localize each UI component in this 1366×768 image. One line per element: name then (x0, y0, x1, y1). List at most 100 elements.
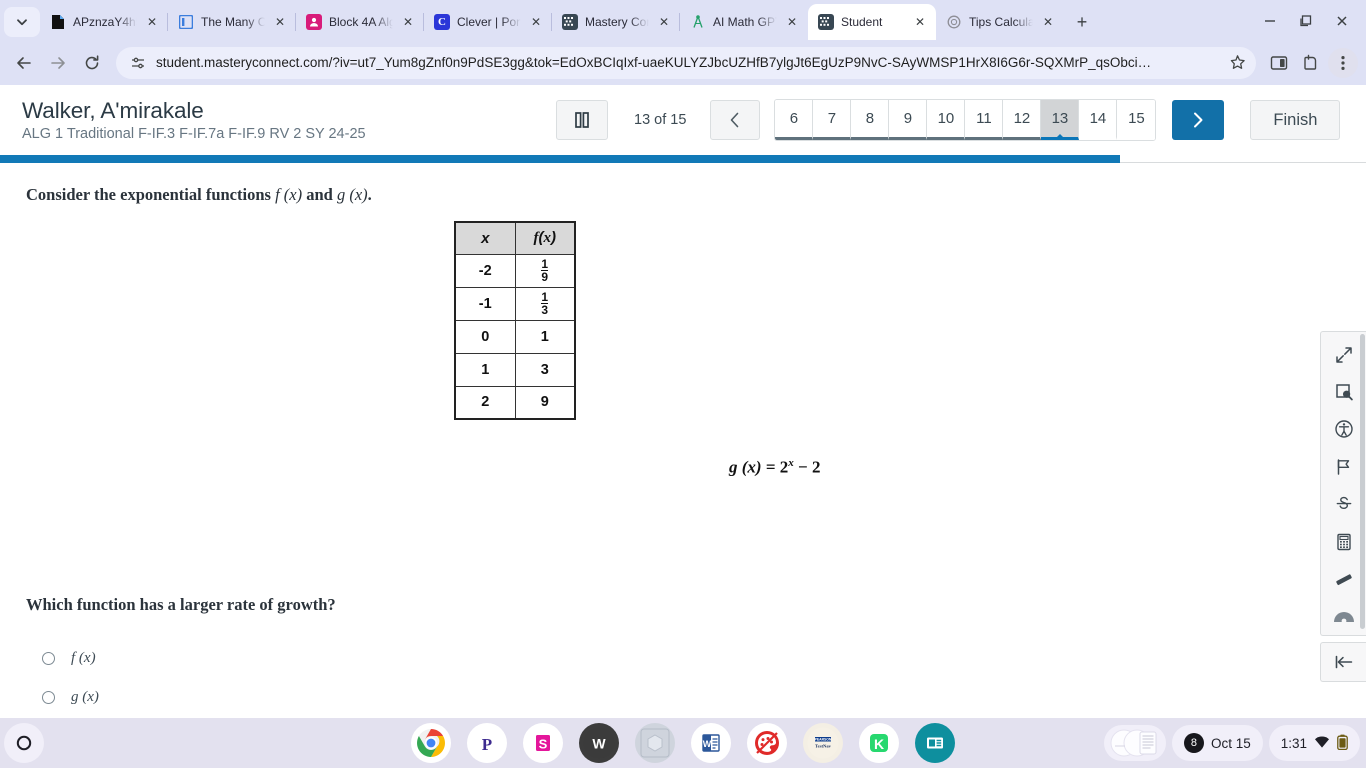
browser-tab[interactable]: AI Math GPT ✕ (679, 4, 808, 40)
radio-button-b[interactable] (42, 690, 55, 704)
tab-close-button[interactable]: ✕ (784, 14, 800, 30)
expand-icon[interactable] (1322, 336, 1366, 373)
svg-text:P: P (482, 735, 492, 754)
table-row: -1 1 3 (454, 286, 576, 321)
previous-question-button[interactable] (710, 100, 761, 140)
launcher-button[interactable] (4, 723, 44, 763)
tab-close-button[interactable]: ✕ (912, 14, 928, 30)
pager-item-13[interactable]: 13 (1041, 100, 1080, 140)
clever-icon: C (434, 14, 450, 30)
answer-choice-a[interactable]: f (x) (42, 649, 942, 668)
highlighter-icon[interactable] (1322, 560, 1366, 597)
window-preview-icon (1110, 729, 1157, 757)
answer-choices: f (x)g (x)(x) and g (x) have the same ra… (42, 649, 942, 716)
flag-icon[interactable] (1322, 448, 1366, 485)
forward-arrow-icon[interactable] (42, 47, 74, 79)
strikethrough-icon[interactable] (1322, 486, 1366, 523)
svg-text:W: W (703, 739, 712, 749)
browser-tab[interactable]: C Clever | Porta ✕ (423, 4, 552, 40)
radio-button-a[interactable] (42, 652, 55, 665)
prompt-text-end: . (367, 185, 372, 204)
browser-tab[interactable]: Tips Calculat ✕ (936, 4, 1064, 40)
tab-title: Clever | Porta (457, 15, 521, 29)
shelf-app-app-box-icon[interactable] (635, 723, 675, 763)
calculator-icon[interactable] (1322, 523, 1366, 560)
shelf-app-app-s-icon[interactable]: S (523, 723, 563, 763)
finish-button[interactable]: Finish (1250, 100, 1341, 140)
star-icon[interactable] (1229, 54, 1246, 71)
answer-choice-label-b: g (x) (71, 688, 99, 707)
browser-tab[interactable]: Block 4A Alge ✕ (295, 4, 424, 40)
tune-icon[interactable] (130, 55, 146, 71)
student-info: Walker, A'mirakale ALG 1 Traditional F-I… (22, 98, 366, 142)
shelf-date: Oct 15 (1210, 735, 1251, 751)
next-question-button[interactable] (1172, 100, 1225, 140)
tab-search-button[interactable] (4, 7, 40, 37)
protractor-icon[interactable] (1322, 598, 1366, 635)
table-cell-fx: 3 (514, 352, 576, 387)
pager-item-6[interactable]: 6 (775, 100, 814, 140)
shelf-app-kami-icon[interactable]: K (859, 723, 899, 763)
prompt-text-pre: Consider the exponential functions (26, 185, 276, 204)
back-arrow-icon[interactable] (8, 47, 40, 79)
tab-close-button[interactable]: ✕ (400, 14, 416, 30)
close-icon[interactable] (1324, 6, 1360, 36)
collapse-rail-button[interactable] (1320, 642, 1366, 682)
prompt-fx: f (x) (275, 185, 303, 204)
address-bar[interactable]: student.masteryconnect.com/?iv=ut7_Yum8g… (116, 46, 1256, 79)
shelf-app-app-w-icon[interactable]: W (579, 723, 619, 763)
accessibility-icon[interactable] (1322, 411, 1366, 448)
shelf-app-chrome-icon[interactable] (411, 723, 451, 763)
shelf-app-paint-icon[interactable] (747, 723, 787, 763)
system-tray-pill[interactable]: 1:31 (1268, 725, 1360, 761)
table-row: 13 (454, 352, 576, 387)
progress-bar-fill (0, 155, 1121, 163)
pager-item-11[interactable]: 11 (965, 100, 1004, 140)
pager-item-10[interactable]: 10 (927, 100, 966, 140)
shelf-app-word-icon[interactable]: W (691, 723, 731, 763)
pager-item-8[interactable]: 8 (851, 100, 890, 140)
collapse-left-icon (1335, 655, 1352, 669)
window-preview-button[interactable] (1103, 725, 1166, 761)
navigation-cluster: 13 of 15 6 7 8 9 10 11 12 13 14 15 Finish (556, 99, 1341, 141)
tab-close-button[interactable]: ✕ (1040, 14, 1056, 30)
answer-choice-b[interactable]: g (x) (42, 688, 942, 707)
pager-item-14[interactable]: 14 (1079, 100, 1118, 140)
three-dot-menu-icon[interactable] (1328, 47, 1358, 78)
gx-formula-eq: = 2 (761, 457, 789, 477)
shelf-app-app-p-icon[interactable]: P (467, 723, 507, 763)
pause-button[interactable] (556, 100, 608, 140)
tab-title: Tips Calculat (969, 15, 1033, 29)
extensions-icon[interactable] (1296, 48, 1326, 78)
maximize-icon[interactable] (1288, 6, 1324, 36)
pager-item-7[interactable]: 7 (813, 100, 852, 140)
browser-tab[interactable]: The Many Car ✕ (167, 4, 296, 40)
magnify-icon[interactable] (1322, 373, 1366, 410)
pager-item-15[interactable]: 15 (1117, 100, 1156, 140)
tab-close-button[interactable]: ✕ (144, 14, 160, 30)
side-panel-icon[interactable] (1264, 48, 1294, 78)
browser-tab-active[interactable]: Student ✕ (808, 4, 936, 40)
tab-close-button[interactable]: ✕ (656, 14, 672, 30)
tool-rail-scrollbar[interactable] (1360, 334, 1365, 629)
question-content: Consider the exponential functions f (x)… (0, 163, 1366, 716)
reload-icon[interactable] (76, 47, 108, 79)
url-text: student.masteryconnect.com/?iv=ut7_Yum8g… (156, 55, 1152, 70)
shelf-app-pearson-testnav-icon[interactable]: PEARSON TestNav (803, 723, 843, 763)
tab-title: AI Math GPT (713, 15, 777, 29)
chevron-right-icon (1194, 112, 1203, 128)
question-prompt: Consider the exponential functions f (x)… (26, 185, 1366, 205)
browser-tab[interactable]: APznzaY4h5c ✕ (40, 4, 168, 40)
tab-close-button[interactable]: ✕ (528, 14, 544, 30)
pager-item-9[interactable]: 9 (889, 100, 928, 140)
assessment-title: ALG 1 Traditional F-IF.3 F-IF.7a F-IF.9 … (22, 126, 366, 142)
masteryconnect-icon (562, 14, 578, 30)
notifications-pill[interactable]: 8 Oct 15 (1171, 725, 1263, 761)
new-tab-button[interactable]: + (1068, 8, 1096, 36)
browser-tab[interactable]: Mastery Conn ✕ (551, 4, 680, 40)
tab-close-button[interactable]: ✕ (272, 14, 288, 30)
pager-item-12[interactable]: 12 (1003, 100, 1042, 140)
minimize-icon[interactable] (1252, 6, 1288, 36)
shelf-app-news-icon[interactable] (915, 723, 955, 763)
chromeos-shelf: P S W W PEARSON TestNav K 8 Oct 15 1:31 (0, 718, 1366, 768)
